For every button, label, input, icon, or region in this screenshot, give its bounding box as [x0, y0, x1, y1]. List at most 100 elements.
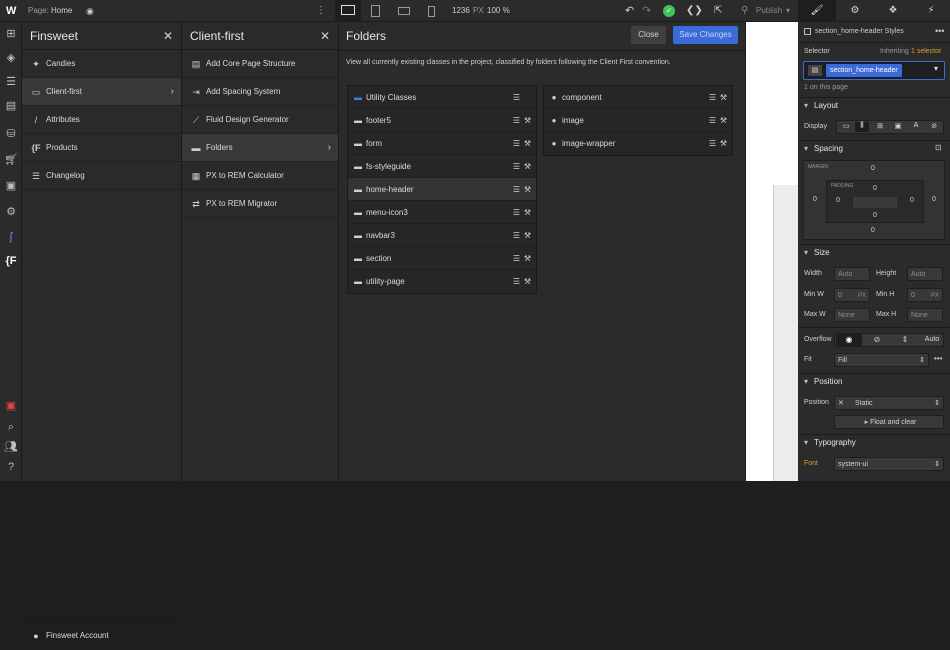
inline-block-icon[interactable]: ▣: [891, 122, 905, 132]
wrench-icon[interactable]: ⚒: [720, 132, 727, 155]
search-icon[interactable]: ⌕: [3, 419, 19, 435]
margin-bottom-value[interactable]: 0: [871, 227, 875, 234]
list-icon[interactable]: ☰: [709, 132, 716, 155]
spacing-preset-icon[interactable]: ⊡: [935, 143, 942, 152]
undo-icon[interactable]: ↶: [625, 0, 634, 22]
list-icon[interactable]: ☰: [513, 178, 520, 201]
list-item[interactable]: ▬ footer5 ☰ ⚒: [348, 109, 536, 132]
padding-bottom-value[interactable]: 0: [873, 212, 877, 219]
checkbox[interactable]: [804, 28, 811, 35]
mobile-landscape-icon[interactable]: [398, 7, 410, 15]
min-width-input[interactable]: 0 PX: [834, 288, 870, 302]
menu-item-add-core-page-structure[interactable]: ▤ Add Core Page Structure: [182, 50, 338, 78]
redo-icon[interactable]: ↷: [642, 0, 651, 22]
more-icon[interactable]: •••: [935, 26, 944, 36]
desktop-breakpoint-button[interactable]: [335, 0, 361, 22]
spacing-section-header[interactable]: Spacing: [798, 140, 950, 157]
none-icon[interactable]: ⊘: [927, 122, 941, 132]
navigator-icon[interactable]: ☰: [3, 74, 19, 90]
list-icon[interactable]: ☰: [513, 109, 520, 132]
padding-left-value[interactable]: 0: [836, 197, 840, 204]
wrench-icon[interactable]: ⚒: [720, 86, 727, 109]
list-item[interactable]: ▬ Utility Classes ☰: [348, 86, 536, 109]
list-item[interactable]: ▬ menu-icon3 ☰ ⚒: [348, 201, 536, 224]
list-icon[interactable]: ☰: [513, 86, 520, 109]
tablet-icon[interactable]: [371, 5, 380, 17]
overflow-auto-button[interactable]: Auto: [920, 334, 944, 346]
record-icon[interactable]: ▣: [3, 398, 19, 414]
margin-right-value[interactable]: 0: [932, 196, 936, 203]
list-item[interactable]: ▬ fs-styleguide ☰ ⚒: [348, 155, 536, 178]
list-icon[interactable]: ☰: [513, 224, 520, 247]
list-item[interactable]: ▬ navbar3 ☰ ⚒: [348, 224, 536, 247]
scroll-icon[interactable]: ⇕: [892, 334, 918, 346]
list-icon[interactable]: ☰: [513, 270, 520, 293]
list-item[interactable]: ● image ☰ ⚒: [544, 109, 732, 132]
finsweet-account-button[interactable]: ● Finsweet Account: [22, 621, 181, 649]
margin-left-value[interactable]: 0: [813, 196, 817, 203]
layout-section-header[interactable]: Layout: [798, 97, 950, 114]
gear-icon[interactable]: ⚙: [836, 0, 874, 22]
wrench-icon[interactable]: ⚒: [524, 224, 531, 247]
typography-section-header[interactable]: Typography: [798, 434, 950, 451]
design-canvas[interactable]: [746, 22, 798, 481]
inheriting-count[interactable]: 1 selector: [911, 48, 941, 55]
close-icon[interactable]: ✕: [163, 22, 173, 50]
menu-item-products[interactable]: {F Products: [22, 134, 181, 162]
eye-icon[interactable]: ◉: [86, 0, 94, 22]
add-icon[interactable]: ⊞: [3, 26, 19, 42]
page-selector[interactable]: Home: [51, 0, 72, 22]
save-changes-button[interactable]: Save Changes: [673, 26, 738, 44]
list-icon[interactable]: ☰: [513, 155, 520, 178]
list-item[interactable]: ● component ☰ ⚒: [544, 86, 732, 109]
list-item[interactable]: ● image-wrapper ☰ ⚒: [544, 132, 732, 155]
canvas-element[interactable]: [773, 185, 798, 481]
list-icon[interactable]: ☰: [513, 201, 520, 224]
grid-icon[interactable]: ⊞: [873, 122, 887, 132]
width-input[interactable]: Auto: [834, 267, 870, 281]
size-section-header[interactable]: Size: [798, 244, 950, 261]
position-section-header[interactable]: Position: [798, 373, 950, 390]
wrench-icon[interactable]: ⚒: [720, 109, 727, 132]
selector-field[interactable]: ▤ section_home-header ▾: [803, 61, 945, 80]
fit-select[interactable]: Fill ⇕: [834, 353, 929, 367]
settings-icon[interactable]: ⚙: [3, 204, 19, 220]
close-icon[interactable]: ✕: [320, 22, 330, 50]
wrench-icon[interactable]: ⚒: [524, 155, 531, 178]
menu-item-candies[interactable]: ✦ Candies: [22, 50, 181, 78]
position-select[interactable]: ✕ Static ⇕: [834, 396, 944, 410]
menu-item-px-to-rem-calculator[interactable]: ▦ PX to REM Calculator: [182, 162, 338, 190]
wrench-icon[interactable]: ⚒: [524, 270, 531, 293]
export-icon[interactable]: ⇱: [714, 0, 722, 22]
assets-icon[interactable]: ▣: [3, 178, 19, 194]
padding-top-value[interactable]: 0: [873, 185, 877, 192]
block-icon[interactable]: ▭: [839, 122, 853, 132]
wrench-icon[interactable]: ⚒: [524, 109, 531, 132]
list-icon[interactable]: ☰: [513, 247, 520, 270]
min-height-input[interactable]: 0 PX: [907, 288, 943, 302]
ecommerce-icon[interactable]: 🛒︎: [3, 152, 19, 168]
wrench-icon[interactable]: ⚒: [524, 247, 531, 270]
list-item[interactable]: ▬ form ☰ ⚒: [348, 132, 536, 155]
hidden-icon[interactable]: ⊘: [864, 334, 890, 346]
zoom-level[interactable]: 100 %: [487, 0, 510, 22]
list-icon[interactable]: ☰: [709, 109, 716, 132]
max-height-input[interactable]: None: [907, 308, 943, 322]
share-icon[interactable]: ⚲: [741, 0, 748, 22]
wrench-icon[interactable]: ⚒: [524, 178, 531, 201]
wrench-icon[interactable]: ⚒: [524, 132, 531, 155]
list-item[interactable]: ▬ home-header ☰ ⚒: [348, 178, 536, 201]
canvas-width-value[interactable]: 1236: [452, 0, 470, 22]
list-icon[interactable]: ☰: [709, 86, 716, 109]
font-select[interactable]: system-ui ⇕: [834, 457, 944, 471]
menu-item-add-spacing-system[interactable]: ⇥ Add Spacing System: [182, 78, 338, 106]
menu-item-client-first[interactable]: ▭ Client-first ›: [22, 78, 181, 106]
list-item[interactable]: ▬ section ☰ ⚒: [348, 247, 536, 270]
menu-item-px-to-rem-migrator[interactable]: ⇄ PX to REM Migrator: [182, 190, 338, 218]
publish-button[interactable]: Publish: [756, 0, 782, 22]
brush-icon[interactable]: 🖌︎: [798, 0, 836, 22]
height-input[interactable]: Auto: [907, 267, 943, 281]
more-vertical-icon[interactable]: ⋮: [316, 0, 326, 22]
flex-icon[interactable]: ⫼: [855, 122, 869, 132]
wrench-icon[interactable]: ⚒: [524, 201, 531, 224]
